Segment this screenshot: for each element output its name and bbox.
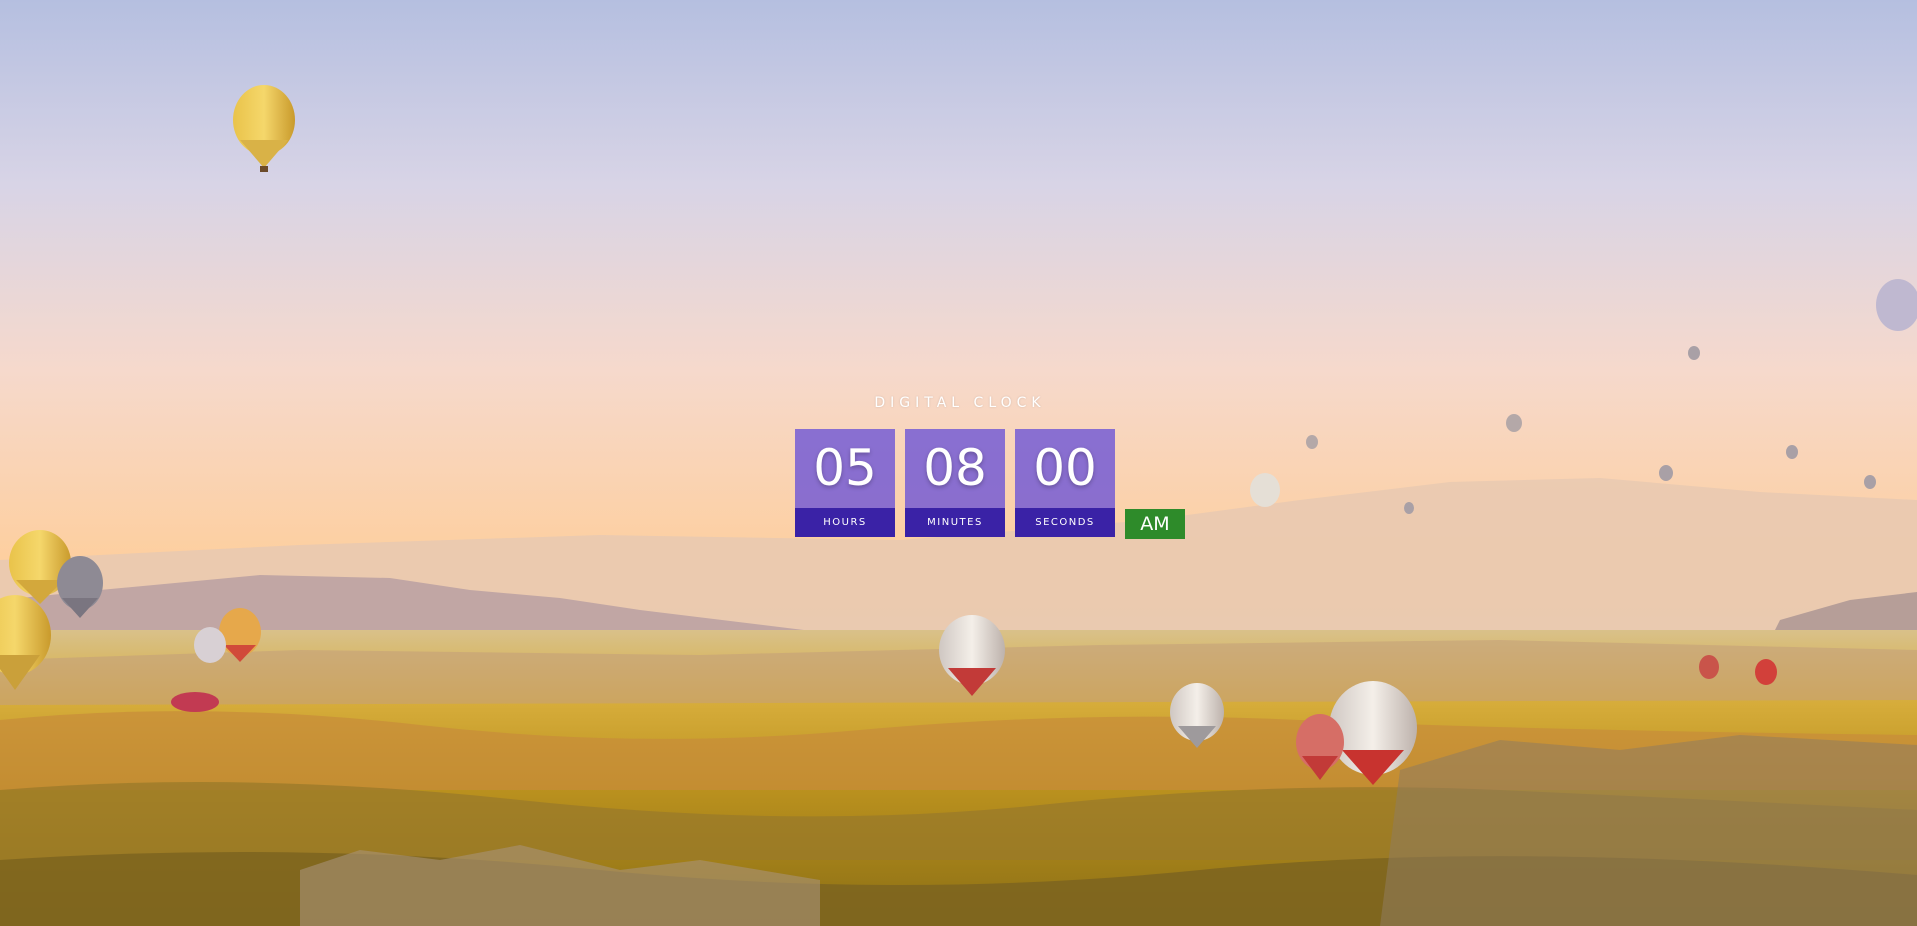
digital-clock: DIGITAL CLOCK 05 HOURS 08 MINUTES 00 SEC… (795, 393, 1185, 543)
seconds-value: 00 (1015, 429, 1115, 508)
hours-block: 05 HOURS (795, 429, 895, 539)
period-badge: AM (1125, 509, 1185, 539)
seconds-block: 00 SECONDS (1015, 429, 1115, 539)
minutes-block: 08 MINUTES (905, 429, 1005, 539)
hours-label: HOURS (795, 508, 895, 537)
minutes-value: 08 (905, 429, 1005, 508)
minutes-label: MINUTES (905, 508, 1005, 537)
seconds-label: SECONDS (1015, 508, 1115, 537)
hours-value: 05 (795, 429, 895, 508)
clock-title: DIGITAL CLOCK (874, 395, 1046, 411)
